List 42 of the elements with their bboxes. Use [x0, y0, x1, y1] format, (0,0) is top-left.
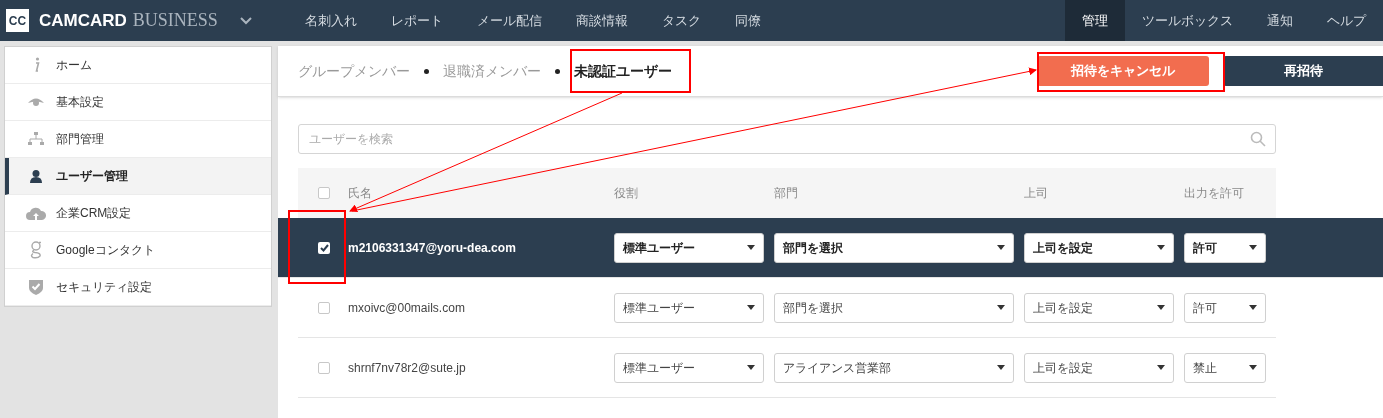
brand-suffix: BUSINESS — [132, 9, 218, 32]
sidebar-item[interactable]: ホーム — [5, 47, 271, 84]
logo-icon: CC — [6, 9, 29, 32]
sidebar-item[interactable]: ユーザー管理 — [5, 158, 271, 195]
column-header: 出力を許可 — [1184, 185, 1244, 202]
dropdown[interactable]: 禁止 — [1184, 352, 1266, 383]
nav-tab[interactable]: 名刺入れ — [287, 0, 374, 41]
nav-tab[interactable]: メール配信 — [459, 0, 559, 41]
nav-tab[interactable]: ツールボックス — [1125, 0, 1250, 41]
brand-name: CAMCARD — [39, 9, 127, 32]
column-header: 部門 — [774, 185, 798, 202]
reinvite-button[interactable]: 再招待 — [1223, 56, 1383, 86]
sidebar-item[interactable]: セキュリティ設定 — [5, 269, 271, 306]
nav-tab[interactable]: 同僚 — [717, 0, 778, 41]
nav-tab[interactable]: 商談情報 — [558, 0, 645, 41]
dropdown[interactable]: 上司を設定 — [1024, 292, 1174, 323]
nav-tab[interactable]: 通知 — [1250, 0, 1310, 41]
nav-tab[interactable]: 管理 — [1065, 0, 1125, 41]
dropdown[interactable]: 許可 — [1184, 292, 1266, 323]
dropdown[interactable]: アライアンス営業部 — [774, 352, 1014, 383]
search-field[interactable]: ユーザーを検索 — [298, 124, 1276, 154]
dropdown[interactable]: 標準ユーザー — [614, 232, 764, 263]
sidebar-item[interactable]: 企業CRM設定 — [5, 195, 271, 232]
tab[interactable]: 未認証ユーザー — [574, 60, 672, 82]
dropdown[interactable]: 標準ユーザー — [614, 352, 764, 383]
dropdown[interactable]: 上司を設定 — [1024, 352, 1174, 383]
nav-tab[interactable]: タスク — [644, 0, 718, 41]
sidebar-item[interactable]: 基本設定 — [5, 84, 271, 121]
dropdown[interactable]: 許可 — [1184, 232, 1266, 263]
nav-tab[interactable]: ヘルプ — [1310, 0, 1383, 41]
email-cell-text: m2106331347@yoru-dea.com — [348, 239, 516, 257]
column-header: 氏名 — [348, 185, 372, 202]
dropdown[interactable]: 部門を選択 — [774, 292, 1014, 323]
dropdown[interactable]: 標準ユーザー — [614, 292, 764, 323]
column-header: 役割 — [614, 185, 638, 202]
nav-tab[interactable]: レポート — [373, 0, 460, 41]
dropdown[interactable]: 部門を選択 — [774, 232, 1014, 263]
column-header: 上司 — [1024, 185, 1048, 202]
dropdown[interactable]: 上司を設定 — [1024, 232, 1174, 263]
email-cell-text: shrnf7nv78r2@sute.jp — [348, 359, 466, 377]
sidebar-item[interactable]: Googleコンタクト — [5, 232, 271, 269]
email-cell-text: mxoivc@00mails.com — [348, 299, 465, 317]
